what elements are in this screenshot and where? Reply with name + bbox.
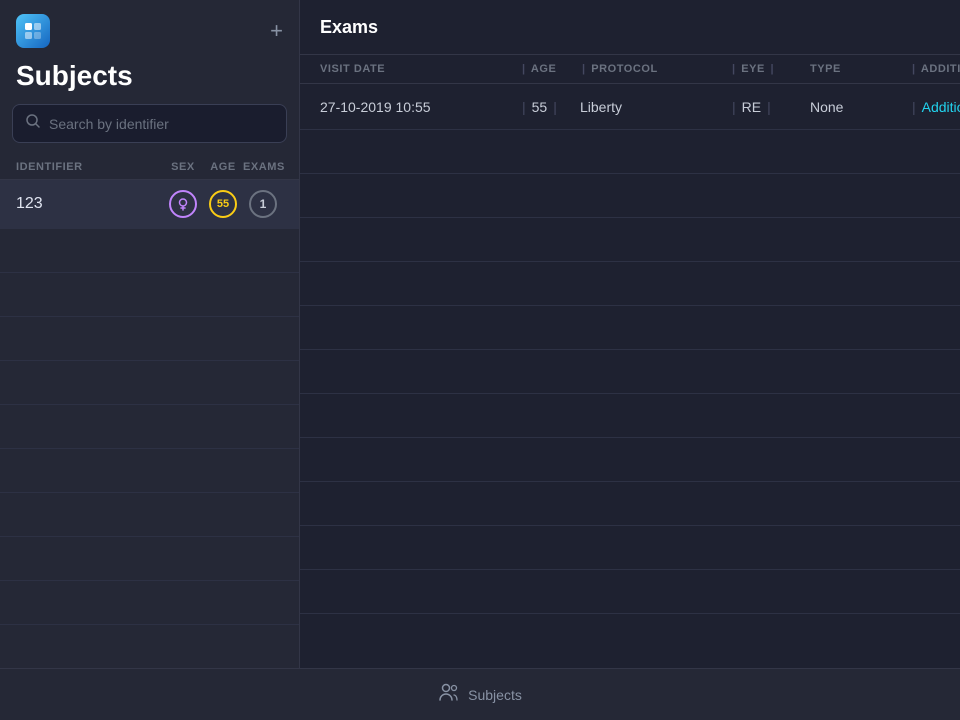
subjects-title: Subjects [0,56,299,104]
col-identifier-header: IDENTIFIER [16,161,163,173]
left-header: + [0,0,299,56]
empty-row [300,570,960,614]
subjects-table-header: IDENTIFIER SEX AGE EXAMS [0,155,299,180]
exam-age: | 55 | [520,99,580,115]
right-header: Exams + [300,0,960,55]
subject-identifier: 123 [16,195,163,213]
people-icon [438,681,460,708]
exam-protocol: Liberty [580,99,730,115]
exams-badge: 1 [249,190,277,218]
empty-row [300,130,960,174]
col-exams-header: EXAMS [243,161,283,173]
empty-row [300,526,960,570]
col-age-header: AGE [203,161,243,173]
col-age-header: | AGE [520,63,580,75]
empty-row [0,493,299,537]
search-icon [25,113,41,134]
add-subject-button[interactable]: + [270,20,283,42]
empty-row [300,350,960,394]
empty-row [300,482,960,526]
empty-row [0,361,299,405]
empty-row [300,174,960,218]
exam-eye: | RE | [730,99,810,115]
empty-row [0,405,299,449]
empty-row [0,317,299,361]
search-bar[interactable] [12,104,287,143]
right-panel: Exams + VISIT DATE | AGE | PROTOCOL | EY… [300,0,960,668]
col-visit-date-header: VISIT DATE [320,63,520,75]
exam-visit-date: 27-10-2019 10:55 [320,99,520,115]
empty-row [300,218,960,262]
empty-row [0,229,299,273]
empty-row [0,581,299,625]
app-icon [16,14,50,48]
empty-row [0,625,299,668]
col-eye-header: | EYE | [730,63,810,75]
empty-row [300,262,960,306]
col-sex-header: SEX [163,161,203,173]
empty-exam-area [300,130,960,668]
sex-badge [169,190,197,218]
empty-row [300,438,960,482]
col-type-header: TYPE [810,63,910,75]
exam-additional: | Additional [910,99,960,115]
exam-type: None [810,99,910,115]
col-protocol-header: | PROTOCOL [580,63,730,75]
empty-row [0,537,299,581]
search-input[interactable] [49,116,274,132]
empty-row [300,394,960,438]
empty-row [0,449,299,493]
left-panel: + Subjects IDENTIFIER SEX AGE EXAMS 123 [0,0,300,668]
empty-row [300,306,960,350]
table-row[interactable]: 123 55 1 [0,180,299,229]
bottom-nav: Subjects [0,668,960,720]
exam-row: 27-10-2019 10:55 | 55 | Liberty | RE | N… [300,84,960,130]
col-additional-header: | ADDITION... [910,63,960,75]
subject-list: 123 55 1 [0,180,299,668]
bottom-nav-label: Subjects [468,687,522,703]
empty-row [0,273,299,317]
exams-table-header: VISIT DATE | AGE | PROTOCOL | EYE | TYPE… [300,55,960,84]
exams-title: Exams [320,17,378,38]
age-badge: 55 [209,190,237,218]
